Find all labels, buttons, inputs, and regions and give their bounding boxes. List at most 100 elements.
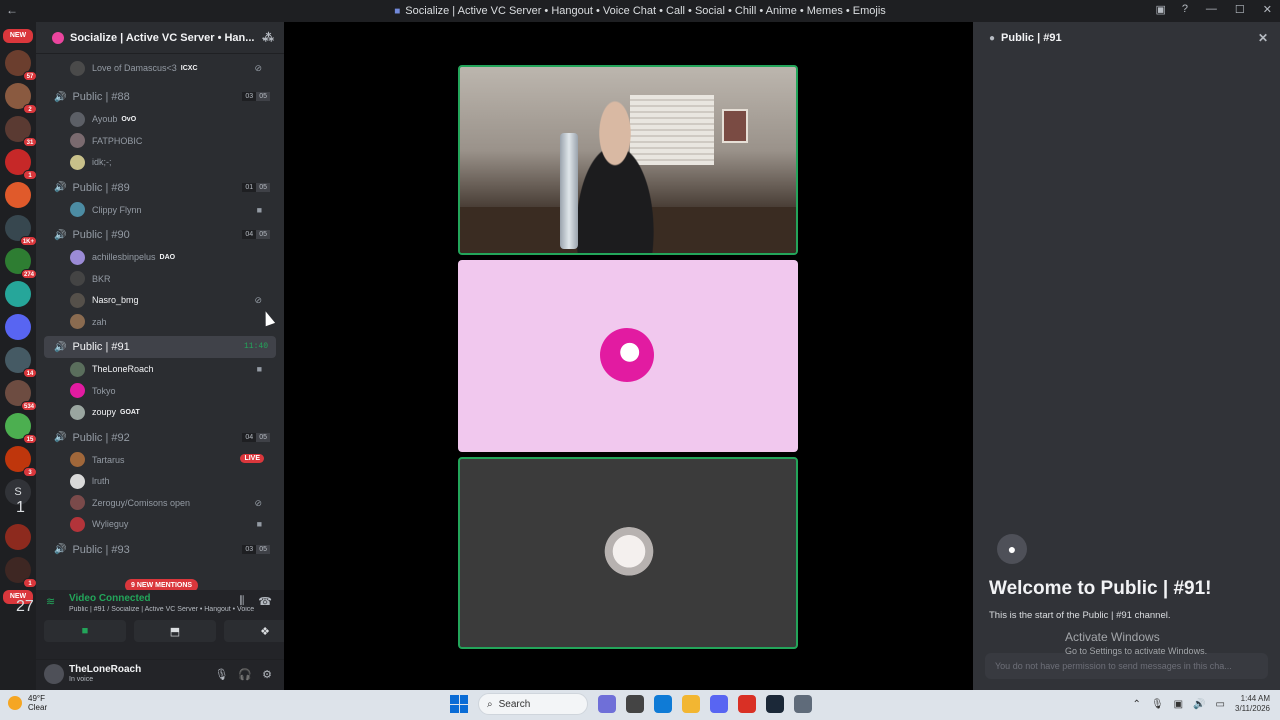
user-name: zah: [92, 316, 107, 327]
server-icon[interactable]: 31: [5, 116, 36, 147]
server-icon[interactable]: 3: [5, 446, 36, 477]
clock[interactable]: 1:44 AM 3/11/2026: [1235, 694, 1270, 714]
server-icon[interactable]: [5, 524, 31, 550]
channel-sidebar: Socialize | Active VC Server • Han... ⌄ …: [36, 22, 306, 690]
voice-location[interactable]: Public | #91 / Socialize | Active VC Ser…: [69, 606, 254, 613]
participant-avatar: [602, 527, 656, 581]
server-icon[interactable]: 2: [5, 83, 36, 114]
maximize-button[interactable]: ☐: [1235, 3, 1245, 16]
user-count: 03 05: [242, 92, 270, 101]
voice-user[interactable]: Tokyo: [70, 381, 270, 401]
speaker-icon: 🔊: [54, 229, 67, 241]
video-tile-avatar[interactable]: [458, 260, 798, 452]
avatar: [70, 452, 85, 467]
voice-user[interactable]: Clippy Flynn ■: [70, 200, 270, 220]
disconnect-icon[interactable]: ☎: [258, 595, 272, 608]
server-icon[interactable]: 57: [5, 50, 36, 81]
taskbar-app-icon[interactable]: [682, 695, 700, 713]
arrow-left-icon[interactable]: ←: [6, 3, 18, 17]
voice-channel[interactable]: 🔊 Public | #90 04 05: [44, 224, 276, 246]
voice-user[interactable]: idk;-;: [70, 152, 270, 172]
voice-user[interactable]: Tartarus LIVE: [70, 450, 270, 470]
avatar[interactable]: [44, 664, 64, 684]
server-icon: ■: [394, 5, 401, 17]
camera-icon: ■: [256, 204, 262, 215]
microphone-icon[interactable]: 🎙: [1151, 699, 1164, 710]
camera-icon: ■: [256, 364, 262, 374]
minimize-button[interactable]: —: [1206, 3, 1217, 16]
server-icon[interactable]: 15: [5, 413, 36, 444]
user-name: Love of Damascus<3: [92, 63, 177, 73]
voice-user[interactable]: Nasro_bmg ⊘: [70, 290, 270, 310]
voice-channel[interactable]: 🔊 Public | #93 03 05: [44, 539, 276, 561]
voice-user[interactable]: Love of Damascus<3 ICXC ⊘: [70, 58, 270, 78]
taskbar-app-icon[interactable]: [598, 695, 616, 713]
close-icon[interactable]: ✕: [1258, 31, 1268, 45]
taskbar-app-icon[interactable]: [794, 695, 812, 713]
taskbar-app-icon[interactable]: [766, 695, 784, 713]
mention-badge: 3: [23, 467, 36, 477]
server-icon[interactable]: 14: [5, 347, 36, 378]
voice-user[interactable]: zah: [70, 312, 270, 332]
server-icon[interactable]: [5, 281, 31, 307]
server-icon[interactable]: 534: [5, 380, 36, 411]
inbox-icon[interactable]: ▣: [1155, 3, 1165, 16]
camera-button[interactable]: ■: [44, 620, 126, 642]
server-icon[interactable]: 1: [5, 149, 36, 180]
close-window-button[interactable]: ✕: [1263, 3, 1272, 16]
panel-header: ● Public | #91 ✕: [973, 22, 1280, 54]
server-icon[interactable]: [5, 314, 31, 340]
settings-gear-icon[interactable]: ⚙: [262, 668, 272, 681]
volume-icon[interactable]: 🔊: [1193, 699, 1205, 710]
taskbar-search[interactable]: ⌕ Search: [478, 693, 588, 715]
voice-user[interactable]: lruth: [70, 471, 270, 491]
voice-user[interactable]: Wylieguy ■: [70, 514, 270, 534]
user-name: TheLoneRoach: [92, 364, 154, 374]
server-icon[interactable]: [5, 182, 31, 208]
microphone-icon[interactable]: 🎙: [214, 668, 228, 681]
voice-user[interactable]: zoupy GOAT: [70, 402, 270, 422]
camera-icon: ■: [256, 519, 262, 529]
windows-start-icon[interactable]: [450, 695, 468, 713]
voice-user[interactable]: Zeroguy/Comisons open ⊘: [70, 493, 270, 513]
guild-header[interactable]: Socialize | Active VC Server • Han... ⌄ …: [36, 22, 284, 54]
server-list: NEW 57 2 31 1 1K+ 274 14 534 15 3 S 1 1 NEW 27: [0, 22, 36, 690]
weather-widget[interactable]: 49°F Clear: [8, 694, 47, 712]
user-tag: OvO: [121, 115, 137, 123]
server-icon[interactable]: 1K+: [5, 215, 36, 246]
signal-icon[interactable]: ≋: [46, 595, 55, 608]
voice-user[interactable]: TheLoneRoach ■: [70, 359, 270, 379]
noise-suppression-icon[interactable]: ⫼: [239, 595, 244, 608]
battery-icon[interactable]: ▭: [1216, 699, 1225, 710]
voice-user[interactable]: achillesbinpelus DAO: [70, 247, 270, 267]
chevron-up-icon[interactable]: ⌃: [1133, 699, 1141, 710]
mention-badge: 1: [16, 499, 25, 516]
voice-user[interactable]: BKR: [70, 269, 270, 289]
voice-channel[interactable]: 🔊 Public | #92 04 05: [44, 427, 276, 449]
headphones-icon[interactable]: 🎧: [238, 668, 252, 681]
taskbar-app-icon[interactable]: [654, 695, 672, 713]
taskbar-app-icon[interactable]: [738, 695, 756, 713]
server-icon[interactable]: 274: [5, 248, 36, 279]
user-name: Wylieguy: [92, 519, 129, 529]
network-icon[interactable]: ▣: [1174, 699, 1183, 710]
taskbar-app-icon[interactable]: [626, 695, 644, 713]
new-server-pill[interactable]: NEW: [3, 29, 33, 43]
voice-user[interactable]: FATPHOBIC: [70, 131, 270, 151]
channel-start-text: This is the start of the Public | #91 ch…: [989, 610, 1171, 621]
mention-badge: 1: [23, 578, 36, 588]
voice-channel[interactable]: 🔊 Public | #89 01 05: [44, 177, 276, 199]
current-count: 03: [242, 544, 257, 554]
server-icon[interactable]: 1: [5, 557, 36, 588]
guild-icon: [52, 31, 64, 44]
help-icon[interactable]: ?: [1182, 3, 1188, 16]
voice-channel[interactable]: 🔊 Public | #88 03 05: [44, 86, 276, 108]
screen-share-button[interactable]: ⬒: [134, 620, 216, 642]
avatar: [70, 361, 85, 377]
voice-channel[interactable]: 🔊 Public | #91 11:40: [44, 336, 276, 358]
add-member-icon[interactable]: ⁂: [263, 31, 274, 44]
taskbar-app-icon[interactable]: [710, 695, 728, 713]
voice-user[interactable]: Ayoub OvO: [70, 109, 270, 129]
video-tile-avatar[interactable]: [458, 457, 798, 649]
video-tile-camera[interactable]: [458, 65, 798, 255]
